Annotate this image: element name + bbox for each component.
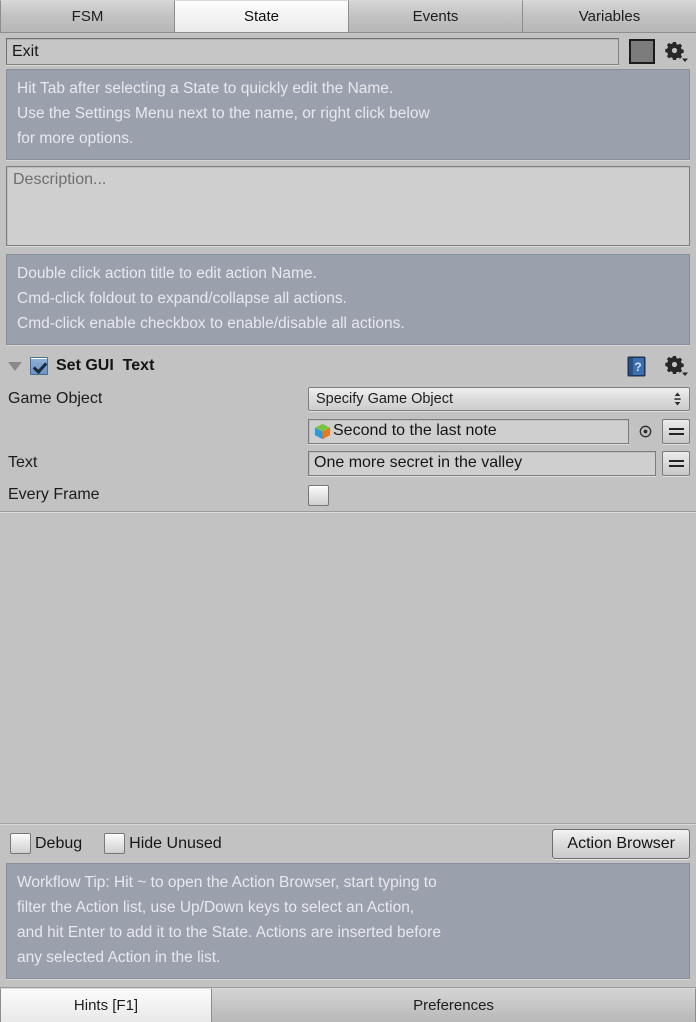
playmaker-state-panel: FSM State Events Variables Exit Hit Tab … (0, 0, 696, 1022)
text-variable-menu-button[interactable] (662, 450, 690, 476)
action-hint-line-1: Double click action title to edit action… (17, 265, 317, 282)
debug-label: Debug (35, 834, 83, 852)
field-control-text: One more secret in the valley (308, 450, 690, 476)
workflow-tip-line-2: filter the Action list, use Up/Down keys… (17, 899, 415, 916)
tab-state[interactable]: State (175, 0, 349, 32)
state-hint-box: Hit Tab after selecting a State to quick… (6, 69, 690, 160)
every-frame-checkbox[interactable] (308, 484, 329, 506)
action-browser-label: Action Browser (567, 834, 675, 852)
action-hint-box: Double click action title to edit action… (6, 254, 690, 345)
field-row-every-frame: Every Frame (8, 479, 690, 511)
action-hint-line-3: Cmd-click enable checkbox to enable/disa… (17, 315, 405, 332)
hide-unused-label: Hide Unused (129, 834, 222, 852)
hide-unused-toggle[interactable]: Hide Unused (104, 833, 222, 854)
menu-line-1 (668, 427, 684, 430)
tab-events-label: Events (412, 8, 459, 25)
action-list: Set GUI Text ? Game Object Specify Game … (0, 351, 696, 823)
state-hint-line-2: Use the Settings Menu next to the name, … (17, 105, 430, 122)
field-label-text: Text (8, 454, 38, 471)
state-name-row: Exit (0, 33, 696, 69)
menu-line-2 (668, 432, 684, 435)
text-input[interactable]: One more secret in the valley (308, 450, 656, 476)
popup-updown-icon (674, 392, 681, 406)
tab-fsm-label: FSM (71, 8, 104, 25)
menu-line-1 (668, 459, 684, 462)
tab-state-label: State (243, 8, 280, 25)
action-enable-checkbox[interactable] (30, 357, 48, 375)
workflow-tip-line-4: any selected Action in the list. (17, 949, 221, 966)
field-row-text: Text One more secret in the valley (8, 447, 690, 479)
field-row-game-object: Game Object Specify Game Object (8, 383, 690, 415)
action-header-set-gui-text[interactable]: Set GUI Text ? (0, 351, 696, 381)
target-picker-icon (639, 425, 651, 437)
menu-line-2 (668, 464, 684, 467)
workflow-tip-line-3: and hit Enter to add it to the State. Ac… (17, 924, 441, 941)
state-description-placeholder: Description... (13, 171, 107, 188)
field-label-every-frame: Every Frame (8, 486, 100, 503)
field-control-game-object-ref: Second to the last note (308, 418, 690, 444)
field-label-game-object: Game Object (8, 390, 103, 407)
tab-fsm[interactable]: FSM (0, 0, 175, 32)
svg-text:?: ? (634, 360, 641, 374)
state-color-swatch[interactable] (629, 39, 655, 64)
bottom-tab-bar: Hints [F1] Preferences (0, 987, 696, 1022)
field-row-game-object-ref: Second to the last note (8, 415, 690, 447)
action-browser-button[interactable]: Action Browser (552, 828, 690, 859)
workflow-tip-line-1: Workflow Tip: Hit ~ to open the Action B… (17, 874, 437, 891)
state-name-value: Exit (12, 42, 39, 60)
tab-variables[interactable]: Variables (523, 0, 696, 32)
state-description-input[interactable]: Description... (6, 166, 690, 246)
action-hint-line-2: Cmd-click foldout to expand/collapse all… (17, 290, 347, 307)
state-hint-line-1: Hit Tab after selecting a State to quick… (17, 80, 394, 97)
workflow-tip-box: Workflow Tip: Hit ~ to open the Action B… (6, 863, 690, 979)
hide-unused-checkbox[interactable] (104, 833, 126, 854)
state-hint-line-3: for more options. (17, 130, 134, 147)
tab-variables-label: Variables (578, 8, 641, 25)
bottom-tab-hints-label: Hints [F1] (73, 997, 139, 1014)
action-toolbar: Debug Hide Unused Action Browser (0, 823, 696, 863)
gear-dropdown-icon (665, 41, 688, 62)
bottom-tab-preferences[interactable]: Preferences (212, 988, 696, 1022)
game-object-popup-value: Specify Game Object (316, 391, 453, 407)
text-input-value: One more secret in the valley (314, 454, 523, 471)
prefab-cube-icon (314, 423, 331, 439)
tab-events[interactable]: Events (349, 0, 523, 32)
bottom-tab-hints[interactable]: Hints [F1] (0, 988, 212, 1022)
game-object-popup[interactable]: Specify Game Object (308, 387, 690, 411)
game-object-reference-value: Second to the last note (333, 422, 497, 439)
state-name-input[interactable]: Exit (6, 38, 619, 65)
game-object-picker-button[interactable] (634, 420, 656, 442)
action-fields: Game Object Specify Game Object Second t… (0, 381, 696, 511)
field-control-game-object: Specify Game Object (308, 387, 690, 411)
game-object-reference-field[interactable]: Second to the last note (308, 418, 629, 444)
field-control-every-frame (308, 484, 690, 506)
action-settings-button[interactable] (664, 355, 688, 377)
top-tab-bar: FSM State Events Variables (0, 0, 696, 33)
action-title[interactable]: Set GUI Text (56, 357, 154, 375)
help-book-icon: ? (627, 356, 646, 376)
game-object-variable-menu-button[interactable] (662, 418, 690, 444)
gear-dropdown-icon (665, 356, 688, 376)
foldout-triangle-icon[interactable] (8, 361, 22, 371)
debug-toggle[interactable]: Debug (10, 833, 82, 854)
action-help-button[interactable]: ? (627, 356, 646, 377)
action-list-empty-space[interactable] (0, 511, 696, 823)
state-settings-button[interactable] (664, 41, 688, 63)
bottom-tab-preferences-label: Preferences (413, 997, 494, 1014)
debug-checkbox[interactable] (10, 833, 31, 854)
